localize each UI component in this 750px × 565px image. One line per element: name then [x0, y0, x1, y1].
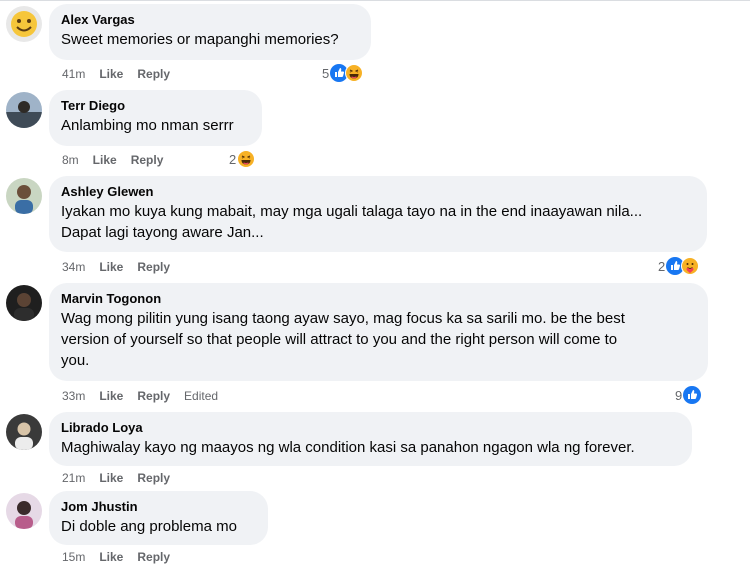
- comment-actions: 33m Like Reply Edited: [62, 388, 232, 404]
- avatar[interactable]: [6, 92, 42, 128]
- comment-time[interactable]: 34m: [62, 260, 85, 274]
- like-button[interactable]: Like: [99, 471, 123, 485]
- reply-button[interactable]: Reply: [137, 67, 170, 81]
- avatar[interactable]: [6, 414, 42, 450]
- comment-actions: 15m Like Reply: [62, 549, 184, 565]
- comment-time[interactable]: 33m: [62, 389, 85, 403]
- comment-actions: 8m Like Reply: [62, 152, 177, 168]
- comment-time[interactable]: 15m: [62, 550, 85, 564]
- comment-author[interactable]: Jom Jhustin: [61, 498, 256, 515]
- avatar[interactable]: [6, 285, 42, 321]
- comment-author[interactable]: Marvin Togonon: [61, 290, 696, 307]
- reaction-count: 2: [229, 151, 237, 167]
- comment-time[interactable]: 8m: [62, 153, 79, 167]
- comment-bubble: Terr Diego Anlambing mo nman serrr: [49, 90, 262, 146]
- comment-text: Anlambing mo nman serrr: [61, 117, 234, 134]
- comment-text-line-2: Dapat lagi tayong aware Jan...: [61, 224, 264, 241]
- comment-bubble: Jom Jhustin Di doble ang problema mo: [49, 491, 268, 545]
- reply-button[interactable]: Reply: [137, 389, 170, 403]
- reaction-count: 2: [658, 258, 666, 274]
- reply-button[interactable]: Reply: [137, 471, 170, 485]
- comment-actions: 41m Like Reply: [62, 66, 184, 82]
- comment-bubble: Marvin Togonon Wag mong pilitin yung isa…: [49, 283, 708, 381]
- reaction-summary[interactable]: 5: [322, 64, 364, 82]
- comment-time[interactable]: 21m: [62, 471, 85, 485]
- comment-text: Di doble ang problema mo: [61, 518, 237, 535]
- comment-bubble: Librado Loya Maghiwalay kayo ng maayos n…: [49, 412, 692, 466]
- comment-time[interactable]: 41m: [62, 67, 85, 81]
- like-button[interactable]: Like: [99, 389, 123, 403]
- comment-author[interactable]: Alex Vargas: [61, 11, 359, 28]
- reaction-count: 9: [675, 387, 683, 403]
- avatar[interactable]: [6, 493, 42, 529]
- reaction-summary[interactable]: 2: [658, 257, 700, 275]
- comment-text-line-1: Wag mong pilitin yung isang taong ayaw s…: [61, 310, 625, 327]
- comment-bubble: Ashley Glewen Iyakan mo kuya kung mabait…: [49, 176, 707, 252]
- haha-icon: [345, 64, 364, 82]
- top-divider: [0, 0, 750, 1]
- comment-author[interactable]: Terr Diego: [61, 97, 250, 114]
- reply-button[interactable]: Reply: [137, 550, 170, 564]
- reply-button[interactable]: Reply: [131, 153, 164, 167]
- comment-text-line-3: you.: [61, 352, 90, 369]
- reaction-count: 5: [322, 65, 330, 81]
- comment-text-line-2: version of yourself so that people will …: [61, 331, 618, 348]
- haha-icon: [237, 150, 256, 168]
- like-button[interactable]: Like: [93, 153, 117, 167]
- comment-author[interactable]: Librado Loya: [61, 419, 680, 436]
- like-button[interactable]: Like: [99, 67, 123, 81]
- like-icon: [683, 386, 702, 404]
- comment-text: Sweet memories or mapanghi memories?: [61, 31, 339, 48]
- reaction-summary[interactable]: 9: [675, 386, 702, 404]
- comment-author[interactable]: Ashley Glewen: [61, 183, 695, 200]
- comment-text-line-1: Iyakan mo kuya kung mabait, may mga ugal…: [61, 203, 643, 220]
- comment-text: Maghiwalay kayo ng maayos ng wla conditi…: [61, 439, 635, 456]
- like-button[interactable]: Like: [99, 260, 123, 274]
- reaction-summary[interactable]: 2: [229, 150, 256, 168]
- avatar[interactable]: [6, 6, 42, 42]
- avatar[interactable]: [6, 178, 42, 214]
- reply-button[interactable]: Reply: [137, 260, 170, 274]
- care-icon: [681, 257, 700, 275]
- comment-actions: 21m Like Reply: [62, 470, 184, 486]
- like-button[interactable]: Like: [99, 550, 123, 564]
- edited-label[interactable]: Edited: [184, 389, 218, 403]
- comment-bubble: Alex Vargas Sweet memories or mapanghi m…: [49, 4, 371, 60]
- comment-actions: 34m Like Reply: [62, 259, 184, 275]
